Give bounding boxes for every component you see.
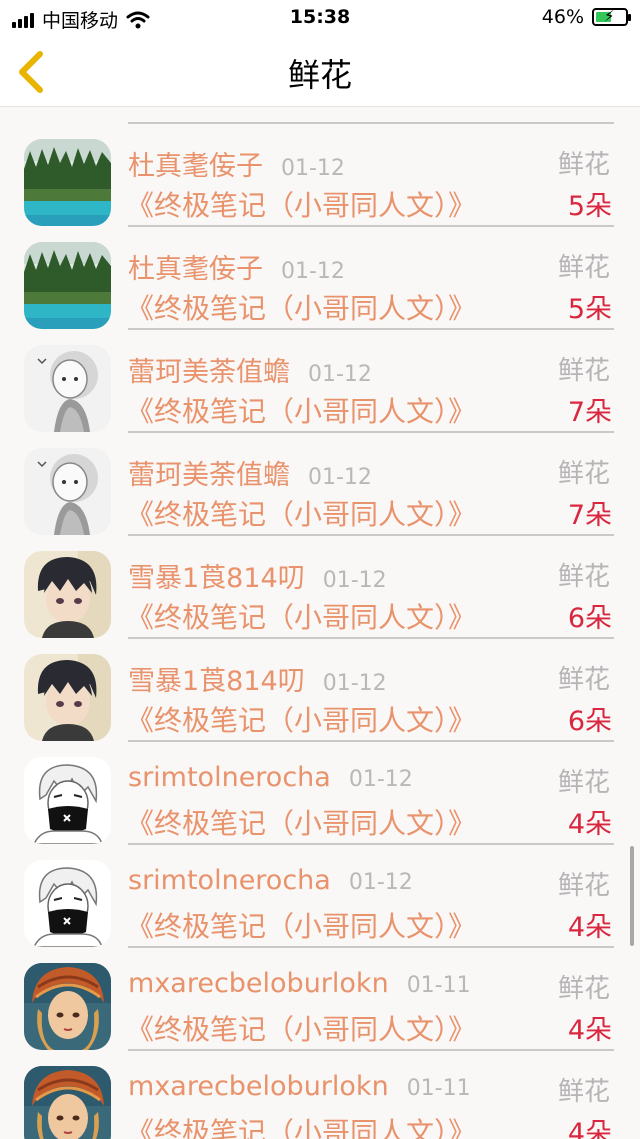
list-item[interactable]: 雪暴1莨814叨 01-12 《终极笔记（小哥同人文）》 鲜花 6朵: [0, 534, 640, 639]
gift-date: 01-12: [322, 568, 387, 593]
gift-type-label: 鲜花: [557, 253, 610, 283]
list-item[interactable]: 蕾珂美荼值蟾 01-12 《终极笔记（小哥同人文）》 鲜花 7朵: [0, 431, 640, 536]
scarf-girl-avatar[interactable]: [24, 1066, 111, 1139]
gift-date: 01-12: [348, 870, 413, 895]
book-title: 《终极笔记（小哥同人文）》: [126, 910, 477, 943]
nav-bar: 鲜花: [0, 36, 640, 107]
gift-type-label: 鲜花: [557, 974, 610, 1004]
flower-count: 6朵: [567, 603, 612, 634]
flower-list: 杜真耄侫子 01-12 《终极笔记（小哥同人文）》 鲜花 5朵 杜真耄侫子 01-12 《终…: [0, 107, 640, 1139]
sketch-girl-avatar[interactable]: [24, 448, 111, 535]
battery-percent: 46%: [541, 6, 584, 28]
list-item[interactable]: 杜真耄侫子 01-12 《终极笔记（小哥同人文）》 鲜花 5朵: [0, 122, 640, 227]
gift-type-label: 鲜花: [557, 665, 610, 695]
name-line: srimtolnerocha 01-12: [128, 762, 413, 793]
flower-count: 5朵: [567, 294, 612, 325]
scrollbar[interactable]: [630, 846, 634, 946]
anime-boy-avatar[interactable]: [24, 551, 111, 638]
name-line: mxarecbeloburlokn 01-11: [128, 968, 471, 999]
sketch-girl-avatar[interactable]: [24, 345, 111, 432]
flower-count: 4朵: [567, 1118, 612, 1139]
gift-type-label: 鲜花: [557, 356, 610, 386]
flower-count: 5朵: [567, 191, 612, 222]
book-title: 《终极笔记（小哥同人文）》: [126, 292, 477, 325]
gift-date: 01-11: [406, 973, 471, 998]
list-item[interactable]: [0, 107, 640, 124]
book-title: 《终极笔记（小哥同人文）》: [126, 1013, 477, 1046]
status-right: 46% ⚡: [541, 6, 631, 28]
book-title: 《终极笔记（小哥同人文）》: [126, 1116, 477, 1139]
status-bar: 中国移动 15:38 46% ⚡: [0, 0, 640, 36]
flower-count: 7朵: [567, 500, 612, 531]
battery-icon: ⚡: [592, 7, 631, 26]
user-name[interactable]: mxarecbeloburlokn: [128, 968, 389, 999]
gift-date: 01-12: [281, 259, 345, 284]
list-item[interactable]: srimtolnerocha 01-12 《终极笔记（小哥同人文）》 鲜花 4朵: [0, 843, 640, 948]
gift-date: 01-12: [308, 465, 372, 490]
anime-boy-avatar[interactable]: [24, 654, 111, 741]
name-line: 杜真耄侫子 01-12: [128, 144, 345, 183]
name-line: 蕾珂美荼值蟾 01-12: [128, 453, 372, 492]
user-name[interactable]: 雪暴1莨814叨: [128, 563, 305, 594]
name-line: 雪暴1莨814叨 01-12: [128, 556, 387, 595]
flower-count: 4朵: [567, 1015, 612, 1046]
name-line: mxarecbeloburlokn 01-11: [128, 1071, 471, 1102]
book-title: 《终极笔记（小哥同人文）》: [126, 601, 477, 634]
landscape-avatar[interactable]: [24, 139, 111, 226]
book-title: 《终极笔记（小哥同人文）》: [126, 498, 477, 531]
name-line: 杜真耄侫子 01-12: [128, 247, 345, 286]
book-title: 《终极笔记（小哥同人文）》: [126, 395, 477, 428]
user-name[interactable]: 蕾珂美荼值蟾: [128, 357, 290, 388]
list-item[interactable]: mxarecbeloburlokn 01-11 《终极笔记（小哥同人文）》 鲜花 4朵: [0, 946, 640, 1051]
user-name[interactable]: srimtolnerocha: [128, 762, 331, 793]
list-item[interactable]: srimtolnerocha 01-12 《终极笔记（小哥同人文）》 鲜花 4朵: [0, 740, 640, 845]
book-title: 《终极笔记（小哥同人文）》: [126, 704, 477, 737]
gift-type-label: 鲜花: [557, 871, 610, 901]
user-name[interactable]: 蕾珂美荼值蟾: [128, 460, 290, 491]
book-title: 《终极笔记（小哥同人文）》: [126, 189, 477, 222]
landscape-avatar[interactable]: [24, 242, 111, 329]
gift-date: 01-12: [281, 156, 345, 181]
list-item[interactable]: 雪暴1莨814叨 01-12 《终极笔记（小哥同人文）》 鲜花 6朵: [0, 637, 640, 742]
gift-type-label: 鲜花: [557, 459, 610, 489]
flower-count: 4朵: [567, 809, 612, 840]
flower-count: 7朵: [567, 397, 612, 428]
list-item[interactable]: 杜真耄侫子 01-12 《终极笔记（小哥同人文）》 鲜花 5朵: [0, 225, 640, 330]
user-name[interactable]: 杜真耄侫子: [128, 254, 263, 285]
user-name[interactable]: 杜真耄侫子: [128, 151, 263, 182]
book-title: 《终极笔记（小哥同人文）》: [126, 807, 477, 840]
scarf-girl-avatar[interactable]: [24, 963, 111, 1050]
gift-date: 01-12: [322, 671, 387, 696]
user-name[interactable]: mxarecbeloburlokn: [128, 1071, 389, 1102]
flower-count: 6朵: [567, 706, 612, 737]
gift-type-label: 鲜花: [557, 768, 610, 798]
user-name[interactable]: 雪暴1莨814叨: [128, 666, 305, 697]
list-item[interactable]: mxarecbeloburlokn 01-11 《终极笔记（小哥同人文）》 鲜花 4朵: [0, 1049, 640, 1139]
masked-boy-avatar[interactable]: [24, 757, 111, 844]
user-name[interactable]: srimtolnerocha: [128, 865, 331, 896]
name-line: srimtolnerocha 01-12: [128, 865, 413, 896]
name-line: 蕾珂美荼值蟾 01-12: [128, 350, 372, 389]
gift-date: 01-12: [308, 362, 372, 387]
gift-type-label: 鲜花: [557, 562, 610, 592]
page-title: 鲜花: [287, 56, 352, 94]
gift-date: 01-12: [348, 767, 413, 792]
name-line: 雪暴1莨814叨 01-12: [128, 659, 387, 698]
gift-type-label: 鲜花: [557, 150, 610, 180]
gift-date: 01-11: [406, 1076, 471, 1101]
gift-type-label: 鲜花: [557, 1077, 610, 1107]
list-item[interactable]: 蕾珂美荼值蟾 01-12 《终极笔记（小哥同人文）》 鲜花 7朵: [0, 328, 640, 433]
flower-count: 4朵: [567, 912, 612, 943]
masked-boy-avatar[interactable]: [24, 860, 111, 947]
